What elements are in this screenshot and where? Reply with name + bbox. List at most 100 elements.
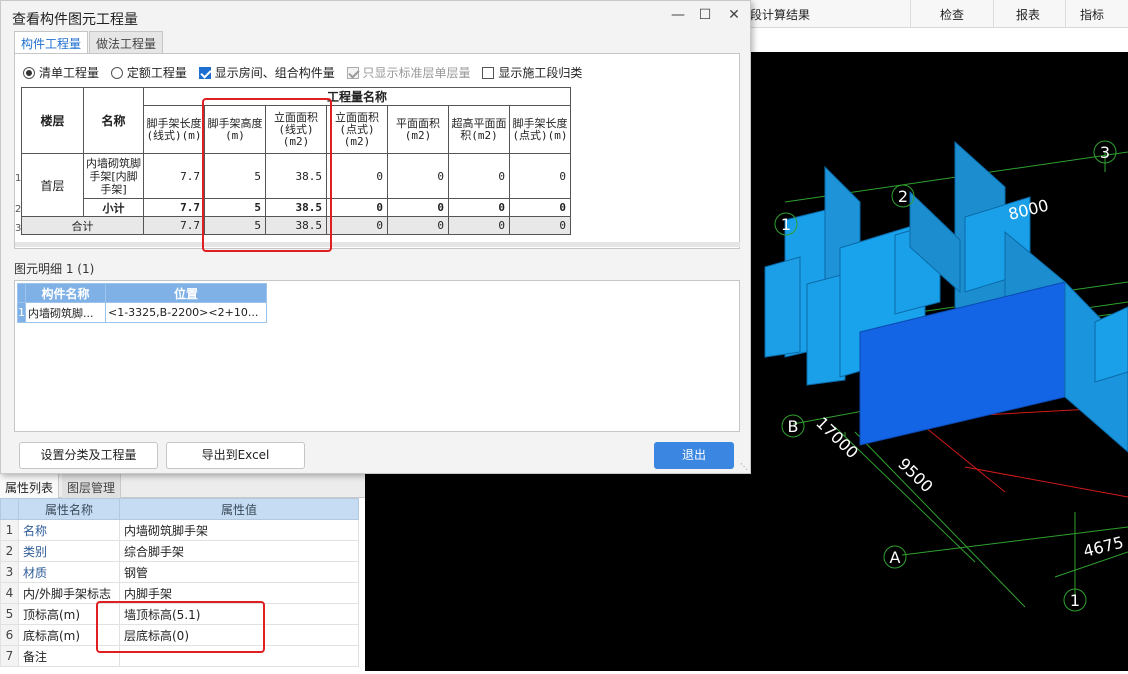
column-header-blank <box>17 283 26 303</box>
list-quantity-label: 清单工程量 <box>39 66 100 80</box>
tab-component-quantity[interactable]: 构件工程量 <box>14 31 89 53</box>
row-number: 3 <box>0 561 19 583</box>
column-header-quantity: 脚手架长度(线式)(m) <box>143 105 205 154</box>
axis-label: 1 <box>781 215 791 234</box>
show-rooms-label: 显示房间、组合构件量 <box>214 66 335 80</box>
list-quantity-radio[interactable]: 清单工程量 <box>23 64 99 81</box>
show-section-checkbox[interactable]: 显示施工段归类 <box>482 64 582 81</box>
toolbar-separator <box>1065 0 1066 28</box>
quota-quantity-radio[interactable]: 定额工程量 <box>110 64 187 81</box>
app-toolbar: 段计算结果 检查 报表 指标 <box>750 0 1128 28</box>
set-category-button[interactable]: 设置分类及工程量 <box>19 442 158 469</box>
radio-unselected-icon <box>110 67 123 79</box>
detail-row[interactable]: 1 内墙砌筑脚... <1-3325,B-2200><2+10... <box>17 302 267 323</box>
row-number: 6 <box>0 624 19 646</box>
total-value-cell: 0 <box>326 216 388 235</box>
row-number: 7 <box>0 645 19 667</box>
toolbar-separator <box>910 0 911 28</box>
minimize-icon[interactable]: — <box>668 7 688 23</box>
property-value[interactable]: 综合脚手架 <box>119 540 359 562</box>
column-header-property-name: 属性名称 <box>18 498 120 520</box>
show-rooms-checkbox[interactable]: 显示房间、组合构件量 <box>198 64 335 81</box>
property-row[interactable]: 2 类别 综合脚手架 <box>0 540 359 562</box>
checkbox-unchecked-icon <box>482 67 495 79</box>
axis-label: 2 <box>898 187 908 206</box>
column-header-quantity: 脚手架长度(点式)(m) <box>509 105 571 154</box>
maximize-icon[interactable]: ☐ <box>695 7 715 23</box>
total-label: 合计 <box>21 216 144 235</box>
tab-method-quantity[interactable]: 做法工程量 <box>89 31 164 53</box>
show-section-label: 显示施工段归类 <box>498 66 583 80</box>
element-detail-label: 图元明细 1 (1) <box>14 262 95 276</box>
annotation-highlight-box <box>96 601 265 653</box>
property-row[interactable]: 3 材质 钢管 <box>0 561 359 583</box>
quantity-dialog: 查看构件图元工程量 — ☐ ✕ 构件工程量 做法工程量 清单工程量 定额工程量 … <box>0 0 751 474</box>
checkbox-disabled-icon <box>346 67 359 79</box>
position-cell: <1-3325,B-2200><2+10... <box>105 302 267 323</box>
scaffold-walls <box>764 140 1128 453</box>
floor-cell: 首层 <box>21 153 84 217</box>
tab-property-list[interactable]: 属性列表 <box>0 474 60 498</box>
column-header-quantity: 平面面积(m2) <box>387 105 449 154</box>
quantity-value-cell: 7.7 <box>143 153 205 199</box>
quota-quantity-label: 定额工程量 <box>126 66 187 80</box>
subtotal-value-cell: 0 <box>387 198 449 217</box>
radio-selected-icon <box>23 67 35 79</box>
quantity-value-cell: 0 <box>509 153 571 199</box>
axis-label: A <box>890 548 901 567</box>
standard-floor-only-checkbox: 只显示标准层单层量 <box>346 64 471 81</box>
exit-button[interactable]: 退出 <box>654 442 734 469</box>
total-value-cell: 0 <box>448 216 510 235</box>
axis-label: 3 <box>1100 143 1110 162</box>
dimension-label: 17000 <box>812 413 862 462</box>
subtotal-value-cell: 0 <box>509 198 571 217</box>
element-detail-panel: 构件名称 位置 1 内墙砌筑脚... <1-3325,B-2200><2+10... <box>14 280 740 432</box>
annotation-highlight-box <box>202 98 332 252</box>
axis-label: 1 <box>1070 591 1080 610</box>
column-header-blank <box>0 498 19 520</box>
axis-label: B <box>788 417 799 436</box>
quantity-value-cell: 0 <box>326 153 388 199</box>
toolbar-separator <box>993 0 994 28</box>
row-number: 4 <box>0 582 19 604</box>
column-header-property-value: 属性值 <box>119 498 359 520</box>
property-name: 材质 <box>18 561 120 583</box>
total-value-cell: 0 <box>387 216 449 235</box>
column-header-quantity: 超高平面面积(m2) <box>448 105 510 154</box>
item-name-cell[interactable]: 内墙砌筑脚手架[内脚手架] <box>83 153 144 199</box>
column-header-floor: 楼层 <box>21 87 84 154</box>
column-header-component-name: 构件名称 <box>25 283 106 303</box>
property-row[interactable]: 1 名称 内墙砌筑脚手架 <box>0 519 359 541</box>
quantity-value-cell: 0 <box>448 153 510 199</box>
total-value-cell: 7.7 <box>143 216 205 235</box>
check-button[interactable]: 检查 <box>940 6 964 23</box>
subtotal-value-cell: 7.7 <box>143 198 205 217</box>
total-value-cell: 0 <box>509 216 571 235</box>
tab-layer-management[interactable]: 图层管理 <box>62 474 122 498</box>
column-header-position: 位置 <box>105 283 267 303</box>
horizontal-scrollbar[interactable] <box>15 242 740 247</box>
resize-grip-icon[interactable]: ⋱ <box>740 462 748 471</box>
component-name-cell: 内墙砌筑脚... <box>25 302 106 323</box>
standard-floor-only-label: 只显示标准层单层量 <box>362 66 471 80</box>
row-number: 1 <box>0 519 19 541</box>
property-name: 类别 <box>18 540 120 562</box>
property-name: 名称 <box>18 519 120 541</box>
index-button[interactable]: 指标 <box>1080 6 1104 23</box>
display-options: 清单工程量 定额工程量 显示房间、组合构件量 只显示标准层单层量 显示施工段归类 <box>23 64 590 80</box>
column-header-quantity: 立面面积(点式)(m2) <box>326 105 388 154</box>
close-icon[interactable]: ✕ <box>724 7 744 23</box>
subtotal-label: 小计 <box>83 198 144 217</box>
export-excel-button[interactable]: 导出到Excel <box>166 442 305 469</box>
row-number: 5 <box>0 603 19 625</box>
checkbox-checked-icon <box>198 67 211 79</box>
property-value[interactable]: 钢管 <box>119 561 359 583</box>
property-value[interactable]: 内墙砌筑脚手架 <box>119 519 359 541</box>
dialog-title: 查看构件图元工程量 <box>12 12 138 28</box>
quantity-value-cell: 0 <box>387 153 449 199</box>
subtotal-value-cell: 0 <box>448 198 510 217</box>
report-button[interactable]: 报表 <box>1016 6 1040 23</box>
partial-result-menu[interactable]: 段计算结果 <box>750 6 810 23</box>
row-number: 2 <box>0 540 19 562</box>
subtotal-value-cell: 0 <box>326 198 388 217</box>
